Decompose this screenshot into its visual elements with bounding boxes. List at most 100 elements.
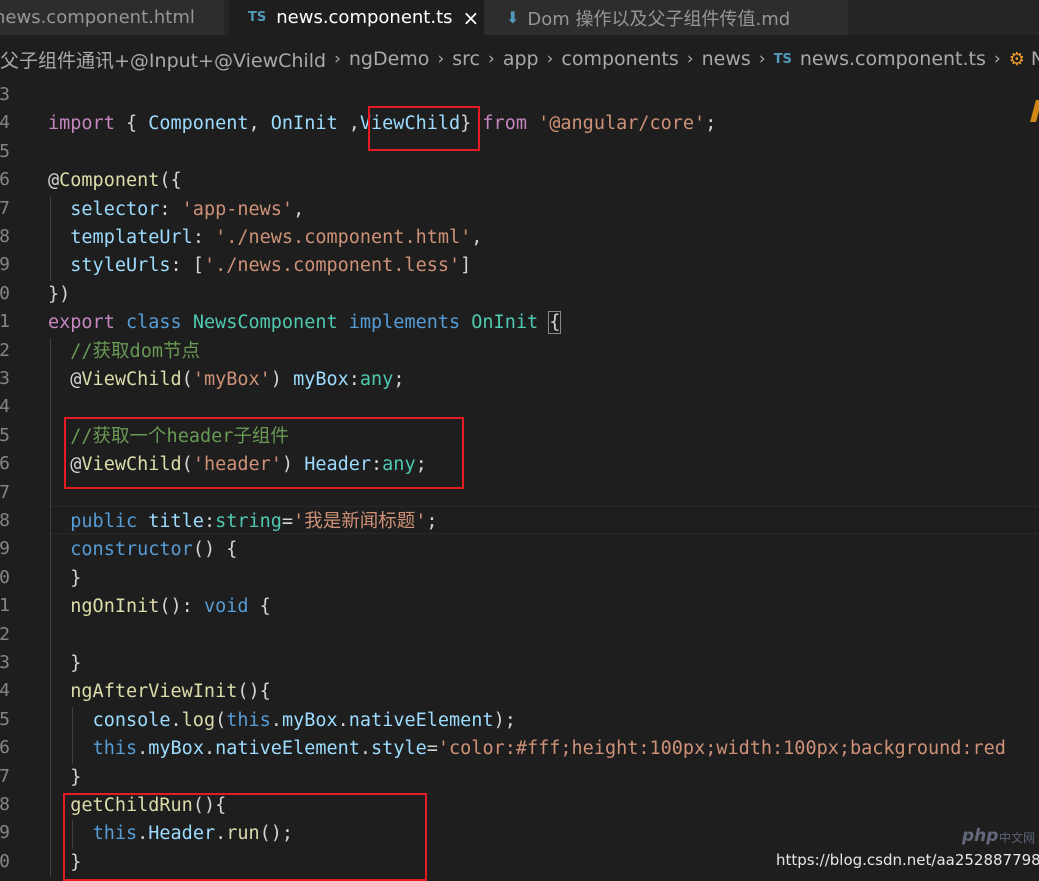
tab-news-component-ts[interactable]: TS news.component.ts ×	[230, 0, 484, 35]
breadcrumb-item[interactable]: 父子组件通讯+@Input+@ViewChild	[0, 46, 326, 73]
breadcrumb-item[interactable]: ngDemo	[349, 48, 430, 70]
code-token: (	[181, 369, 193, 390]
code-token: void	[203, 596, 249, 618]
line-number: 26	[0, 737, 10, 759]
code-text: this.myBox.nativeElement.style='color:#f…	[48, 737, 1006, 761]
line-number: 8	[0, 226, 10, 247]
code-token: myBox	[293, 369, 349, 390]
code-token: {	[548, 311, 562, 335]
code-token: ViewChild	[81, 369, 182, 390]
code-token: this	[226, 709, 271, 731]
tab-label: news.component.html	[0, 7, 195, 28]
breadcrumb-item[interactable]: news	[702, 48, 751, 70]
line-number: 21	[0, 595, 10, 617]
close-icon[interactable]: ×	[463, 6, 480, 30]
code-editor[interactable]: 3 4 import { Component, OnInit , ViewChild}…	[0, 80, 1039, 881]
code-token: .	[337, 709, 349, 731]
line-number: 6	[0, 169, 10, 191]
code-token: ():	[159, 596, 204, 618]
code-text: @ViewChild('myBox') myBox:any;	[48, 368, 404, 392]
line-number: 19	[0, 538, 10, 560]
code-token: ,	[293, 198, 305, 220]
code-line: 27 }	[0, 764, 1039, 792]
line-number: 13	[0, 368, 10, 389]
code-token: ,	[337, 113, 360, 135]
tab-news-component-html[interactable]: news.component.html	[0, 0, 224, 35]
indent-guide	[50, 337, 51, 878]
code-line: 11 export class NewsComponent implements …	[0, 309, 1039, 337]
tab-dom-md[interactable]: ⬇ Dom 操作以及父子组件传值.md	[484, 0, 848, 35]
code-text: }	[48, 766, 81, 790]
code-token: )	[270, 369, 294, 390]
breadcrumb-item[interactable]: app	[503, 48, 539, 70]
code-token: any	[359, 369, 394, 390]
line-number: 15	[0, 424, 10, 446]
chevron-right-icon: ›	[546, 49, 554, 69]
code-line: 19 constructor() {	[0, 536, 1039, 564]
line-number: 18	[0, 510, 10, 531]
chevron-right-icon: ›	[758, 49, 766, 69]
code-token: :	[348, 369, 360, 390]
code-token: }	[48, 766, 82, 788]
line-number: 10	[0, 282, 10, 304]
code-token: myBox	[281, 709, 338, 731]
breadcrumb-symbol[interactable]: News	[1031, 48, 1039, 70]
breadcrumb-item[interactable]: components	[561, 48, 678, 70]
code-token: export	[48, 312, 115, 334]
code-text: }	[48, 567, 81, 591]
line-number: 20	[0, 566, 10, 588]
line-number: 23	[0, 652, 10, 673]
line-number: 14	[0, 396, 10, 418]
code-token: '@angular/core'	[538, 113, 706, 135]
code-token: selector	[70, 198, 160, 220]
typescript-icon: TS	[773, 51, 792, 67]
code-token: :	[192, 227, 216, 248]
markdown-download-icon: ⬇	[506, 8, 520, 27]
code-text: ngOnInit(): void {	[48, 595, 271, 619]
code-token: {	[114, 113, 149, 135]
code-token: }	[48, 653, 82, 674]
code-line: 20 }	[0, 565, 1039, 593]
code-token: templateUrl	[70, 227, 193, 248]
code-token: .	[170, 709, 182, 731]
code-token: public	[70, 511, 138, 532]
line-number: 4	[0, 112, 10, 134]
code-text: constructor() {	[48, 538, 237, 562]
line-number: 24	[0, 680, 10, 702]
code-text: public title:string='我是新闻标题';	[48, 510, 437, 534]
breadcrumb-item[interactable]: src	[452, 48, 480, 70]
annotation-highlight-box	[368, 106, 480, 151]
line-number: 27	[0, 765, 10, 787]
code-token: :	[203, 511, 216, 532]
code-token: '我是新闻标题'	[293, 511, 427, 532]
chevron-right-icon: ›	[993, 49, 1001, 69]
code-line: 24 ngAfterViewInit(){	[0, 678, 1039, 706]
breadcrumb-file[interactable]: news.component.ts	[800, 48, 986, 70]
code-line: 23 }	[0, 650, 1039, 678]
code-text: styleUrls: ['./news.component.less']	[48, 254, 471, 278]
code-token: myBox	[148, 738, 204, 760]
code-token: import	[48, 113, 115, 135]
code-token: .	[137, 738, 149, 760]
code-token: console	[92, 709, 171, 731]
code-token: Component	[59, 170, 160, 192]
code-token: './news.component.less'	[203, 255, 461, 277]
line-number: 5	[0, 140, 10, 162]
code-token: :	[159, 198, 182, 220]
code-token: .	[203, 738, 216, 760]
code-line: 9 styleUrls: ['./news.component.less']	[0, 252, 1039, 280]
line-number: 30	[0, 850, 10, 872]
code-token: 'color:#fff;height:100px;width:100px;bac…	[437, 738, 1006, 760]
code-line: 5	[0, 139, 1039, 167]
code-token: NewsComponent	[192, 312, 338, 334]
code-token: .	[270, 709, 282, 731]
line-number: 29	[0, 822, 10, 844]
code-text: }	[48, 652, 81, 676]
code-token: }	[48, 567, 82, 589]
